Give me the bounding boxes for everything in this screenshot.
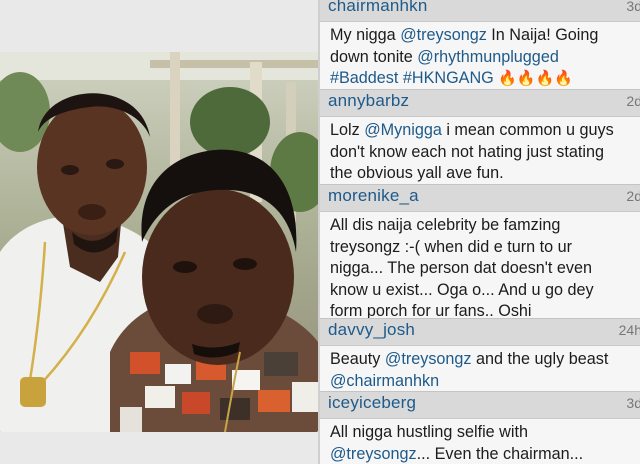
comment-username[interactable]: chairmanhkn xyxy=(328,0,428,16)
comment-text: Beauty @treysongz and the ugly beast @ch… xyxy=(330,350,609,390)
comment-username[interactable]: annybarbz xyxy=(328,91,409,111)
comment-feed[interactable]: chairmanhkn 3d My nigga @treysongz In Na… xyxy=(320,0,640,464)
comment-time: 24h xyxy=(618,322,640,338)
comment-username[interactable]: morenike_a xyxy=(328,186,419,206)
left-panel xyxy=(0,0,318,464)
comment-username[interactable]: iceyiceberg xyxy=(328,393,416,413)
comment-header: davvy_josh 24h xyxy=(320,318,640,346)
comment-item: morenike_a 2d All dis naija celebrity be… xyxy=(320,184,640,323)
mention-link[interactable]: @treysongz xyxy=(330,445,417,463)
comment-header: annybarbz 2d xyxy=(320,89,640,117)
mention-link[interactable]: @treysongz xyxy=(400,26,487,44)
comment-text: All nigga hustling selfie with @treysong… xyxy=(330,423,584,463)
comment-time: 3d xyxy=(626,0,640,14)
mention-link[interactable]: @treysongz xyxy=(385,350,472,368)
comment-time: 3d xyxy=(626,395,640,411)
comment-header: chairmanhkn 3d xyxy=(320,0,640,22)
comment-time: 2d xyxy=(626,93,640,109)
mention-link[interactable]: @chairmanhkn xyxy=(330,372,439,390)
fire-emoji-icon: 🔥🔥🔥🔥 xyxy=(498,70,573,87)
comment-text: All dis naija celebrity be famzing treys… xyxy=(330,216,594,320)
comment-username[interactable]: davvy_josh xyxy=(328,320,415,340)
selfie-illustration xyxy=(0,52,318,432)
comment-text: My nigga @treysongz In Naija! Going down… xyxy=(330,26,599,87)
comment-item: davvy_josh 24h Beauty @treysongz and the… xyxy=(320,318,640,392)
comment-item: annybarbz 2d Lolz @Mynigga i mean common… xyxy=(320,89,640,185)
mention-link[interactable]: @rhythmunplugged xyxy=(417,48,559,66)
selfie-photo xyxy=(0,52,318,432)
mention-link[interactable]: @Mynigga xyxy=(364,121,442,139)
comment-item: chairmanhkn 3d My nigga @treysongz In Na… xyxy=(320,0,640,90)
comment-time: 2d xyxy=(626,188,640,204)
comment-header: iceyiceberg 3d xyxy=(320,391,640,419)
comment-text: Lolz @Mynigga i mean common u guys don't… xyxy=(330,121,614,182)
hashtag-link[interactable]: #Baddest #HKNGANG xyxy=(330,69,494,87)
comment-header: morenike_a 2d xyxy=(320,184,640,212)
comment-item: iceyiceberg 3d All nigga hustling selfie… xyxy=(320,391,640,464)
